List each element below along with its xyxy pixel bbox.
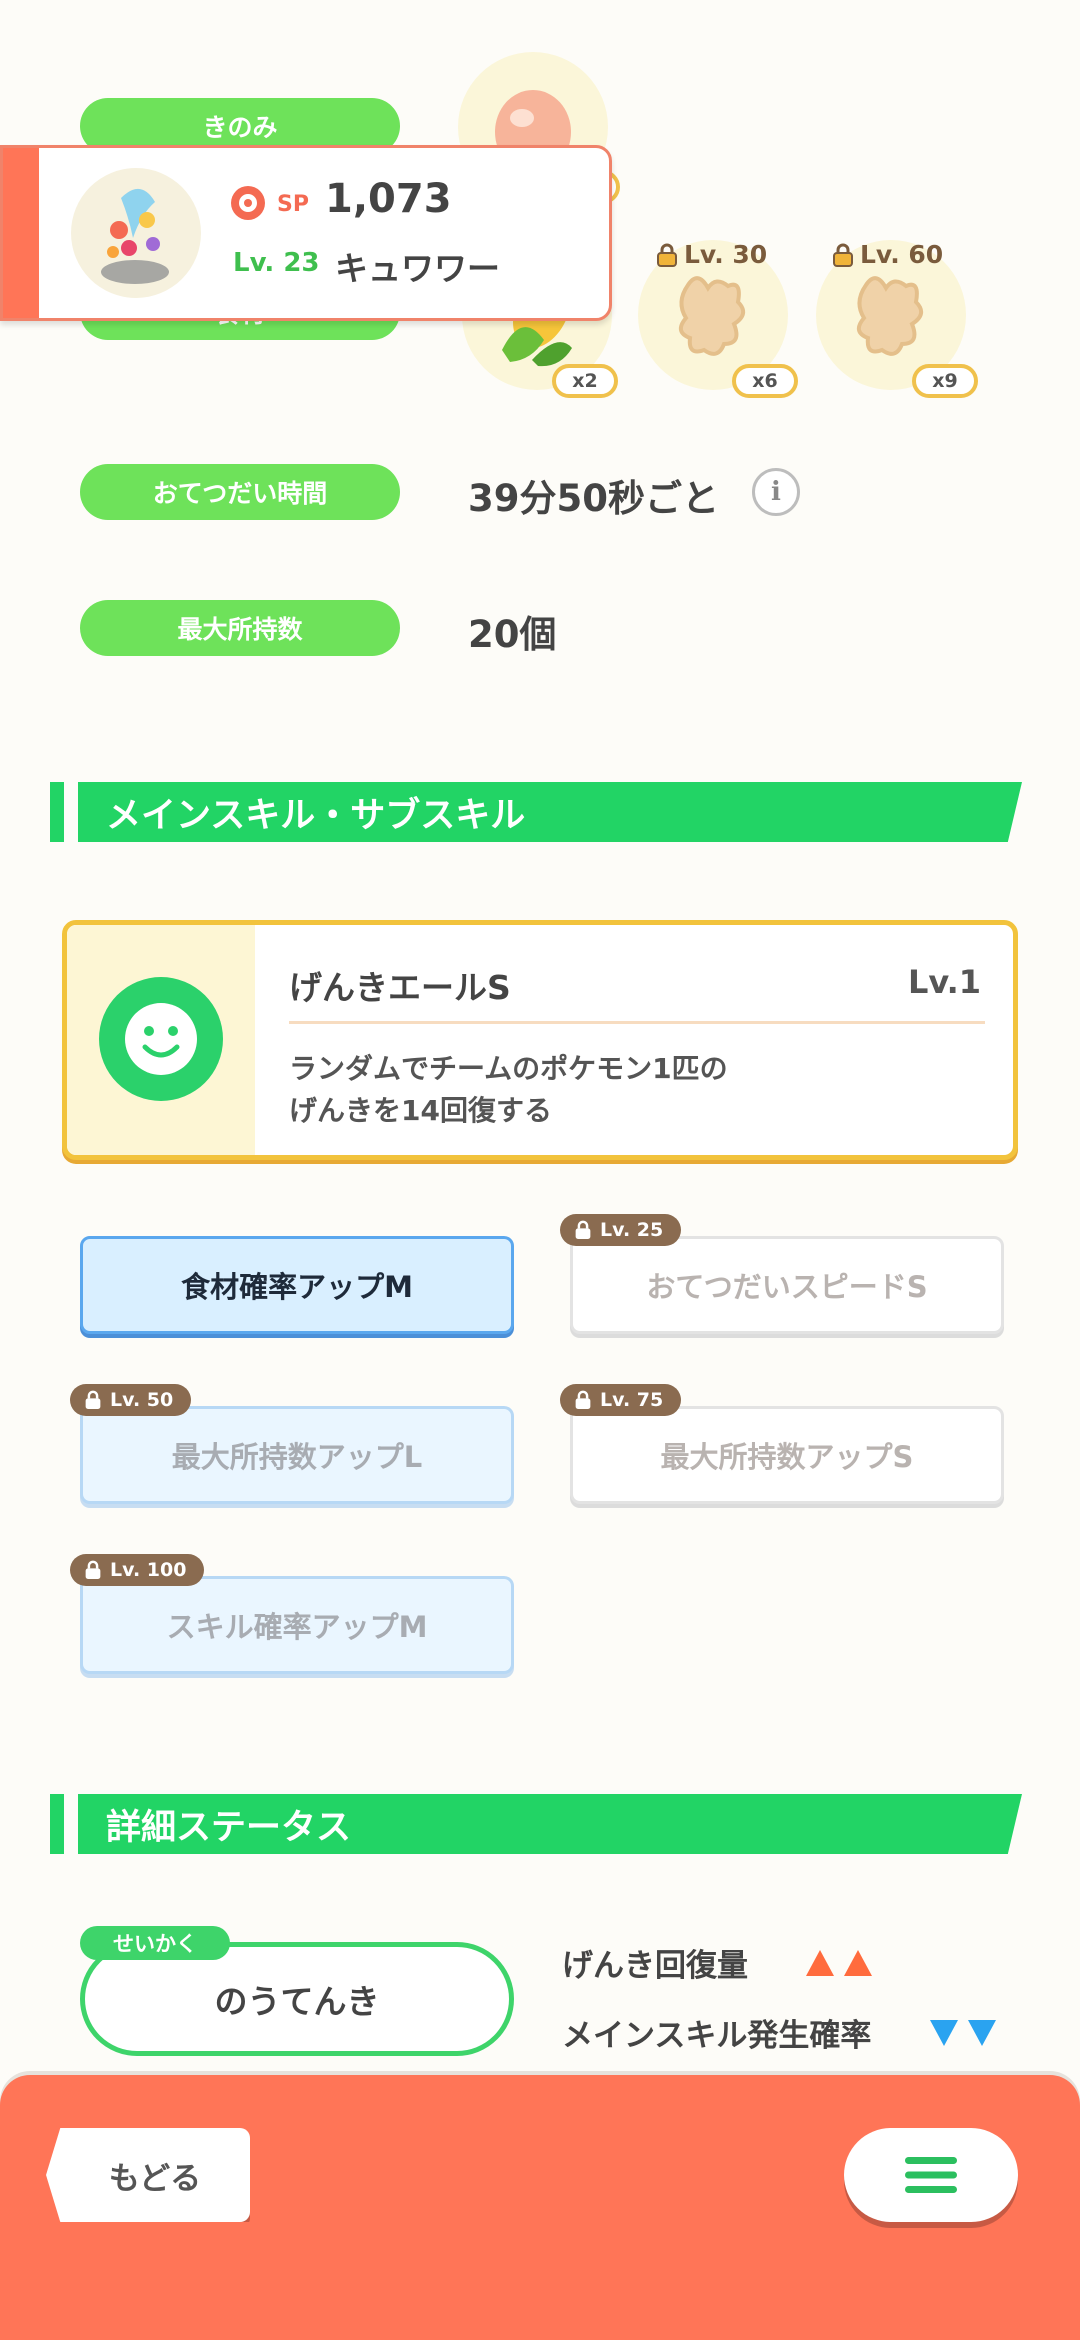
main-skill-icon-area [67, 925, 255, 1155]
lock-icon [85, 1390, 101, 1409]
lock-icon [575, 1220, 591, 1239]
sp-value: 1,073 [325, 176, 452, 222]
main-skill-divider [289, 1021, 985, 1024]
pokemon-avatar [71, 168, 201, 298]
nature-tag: せいかく [80, 1926, 230, 1960]
ingredient-lock-3: Lv. 60 [832, 240, 943, 269]
subskill-4[interactable]: 最大所持数アップS [570, 1406, 1004, 1504]
lock-icon [833, 243, 853, 267]
info-icon[interactable]: i [752, 468, 800, 516]
menu-button[interactable] [844, 2128, 1018, 2222]
main-skill-name: げんきエールS [289, 968, 511, 1007]
sp-icon [231, 186, 265, 220]
lock-icon [575, 1390, 591, 1409]
help-time-value: 39分50秒ごと [468, 477, 719, 520]
hamburger-menu-icon [905, 2157, 957, 2193]
subskill-5-lock: Lv. 100 [70, 1554, 205, 1586]
subskill-4-lock: Lv. 75 [560, 1384, 682, 1416]
main-skill-desc-line2: げんきを14回復する [289, 1094, 552, 1127]
subskill-2[interactable]: おてつだいスピードS [570, 1236, 1004, 1334]
max-carry-value: 20個 [468, 613, 557, 656]
details-section-header: 詳細ステータス [50, 1794, 1022, 1854]
nature-down-label: メインスキル発生確率 [562, 2018, 872, 2054]
ingredient-count-3: x9 [912, 364, 978, 398]
lock-icon [657, 243, 677, 267]
up-arrows-icon [806, 1950, 872, 1976]
down-arrows-icon [930, 2020, 996, 2046]
main-skill-desc-line1: ランダムでチームのポケモン1匹の [289, 1052, 728, 1085]
details-section-title: 詳細ステータス [78, 1794, 1022, 1854]
subskill-5[interactable]: スキル確率アップM [80, 1576, 514, 1674]
main-skill-level: Lv.1 [907, 963, 981, 1001]
subskill-3-lock: Lv. 50 [70, 1384, 192, 1416]
profile-card-stripe [3, 148, 39, 318]
pokemon-profile-card[interactable]: SP 1,073 Lv. 23 キュワワー [0, 145, 612, 321]
skills-section-header: メインスキル・サブスキル [50, 782, 1022, 842]
skills-section-title: メインスキル・サブスキル [78, 782, 1022, 842]
pokemon-level: Lv. 23 [233, 248, 320, 278]
ingredient-count-2: x6 [732, 364, 798, 398]
help-time-label: おてつだい時間 [80, 464, 400, 520]
pokemon-name: キュワワー [335, 249, 500, 288]
lock-icon [85, 1560, 101, 1579]
subskill-3[interactable]: 最大所持数アップL [80, 1406, 514, 1504]
ingredient-lock-2: Lv. 30 [656, 240, 767, 269]
ingredient-count-1: x2 [552, 364, 618, 398]
max-carry-label: 最大所持数 [80, 600, 400, 656]
sp-label: SP [277, 192, 309, 217]
subskill-1[interactable]: 食材確率アップM [80, 1236, 514, 1334]
back-button[interactable]: もどる [46, 2128, 250, 2222]
main-skill-card[interactable]: げんきエールS Lv.1 ランダムでチームのポケモン1匹の げんきを14回復する [62, 920, 1018, 1160]
subskill-2-lock: Lv. 25 [560, 1214, 682, 1246]
nature-up-label: げんき回復量 [562, 1948, 748, 1984]
smile-icon [99, 977, 223, 1101]
